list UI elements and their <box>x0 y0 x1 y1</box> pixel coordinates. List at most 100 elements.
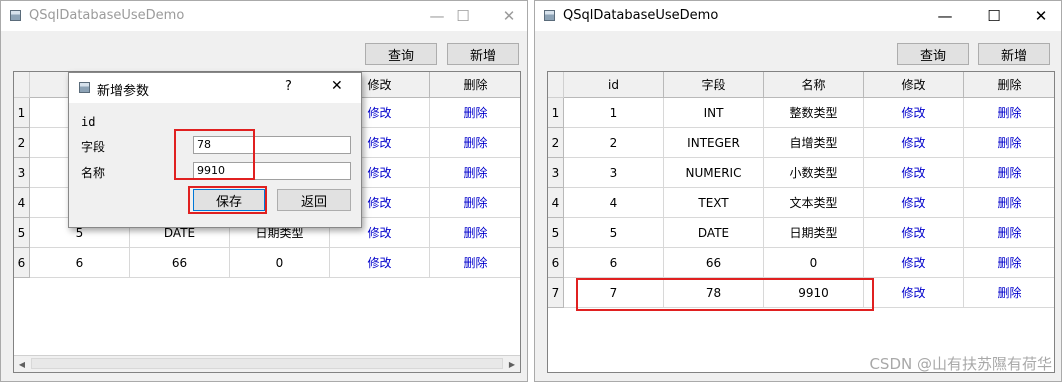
cell-name[interactable]: 0 <box>230 248 330 278</box>
delete-link[interactable]: 删除 <box>964 248 1054 278</box>
scrollbar-thumb[interactable] <box>31 358 503 369</box>
column-header-field[interactable]: 字段 <box>664 72 764 98</box>
back-button[interactable]: 返回 <box>277 189 351 211</box>
row-header[interactable]: 7 <box>548 278 564 308</box>
row-header[interactable]: 6 <box>14 248 30 278</box>
row-header[interactable]: 3 <box>548 158 564 188</box>
add-button[interactable]: 新增 <box>978 43 1050 65</box>
cell-name[interactable]: 0 <box>764 248 864 278</box>
cell-field[interactable]: INT <box>664 98 764 128</box>
dialog-app-icon <box>79 82 90 93</box>
cell-name[interactable]: 9910 <box>764 278 864 308</box>
delete-link[interactable]: 删除 <box>964 218 1054 248</box>
dialog-close-icon[interactable]: ✕ <box>331 78 343 94</box>
cell-field[interactable]: 78 <box>664 278 764 308</box>
field-label: 字段 <box>81 140 106 154</box>
id-label: id <box>81 115 96 129</box>
data-table: id 字段 名称 修改 删除 1 1 INT 整数类型 修改 删除 2 2 IN… <box>547 71 1055 373</box>
horizontal-scrollbar[interactable]: ◀ ▶ <box>14 355 520 372</box>
row-header[interactable]: 1 <box>548 98 564 128</box>
field-input[interactable]: 78 <box>193 136 351 154</box>
cell-id[interactable]: 1 <box>564 98 664 128</box>
edit-link[interactable]: 修改 <box>864 98 964 128</box>
column-header-edit[interactable]: 修改 <box>864 72 964 98</box>
table-corner <box>14 72 30 98</box>
cell-field[interactable]: NUMERIC <box>664 158 764 188</box>
cell-field[interactable]: 66 <box>664 248 764 278</box>
delete-link[interactable]: 删除 <box>964 128 1054 158</box>
delete-link[interactable]: 删除 <box>430 128 520 158</box>
delete-link[interactable]: 删除 <box>430 188 520 218</box>
dialog-title: 新增参数 <box>97 84 150 99</box>
delete-link[interactable]: 删除 <box>430 218 520 248</box>
column-header-delete[interactable]: 删除 <box>430 72 520 98</box>
name-input[interactable]: 9910 <box>193 162 351 180</box>
close-icon[interactable]: ✕ <box>1023 1 1059 31</box>
row-header[interactable]: 4 <box>548 188 564 218</box>
delete-link[interactable]: 删除 <box>964 188 1054 218</box>
cell-field[interactable]: DATE <box>664 218 764 248</box>
cell-id[interactable]: 5 <box>564 218 664 248</box>
row-header[interactable]: 1 <box>14 98 30 128</box>
query-button[interactable]: 查询 <box>897 43 969 65</box>
row-header[interactable]: 2 <box>14 128 30 158</box>
row-header[interactable]: 5 <box>14 218 30 248</box>
minimize-icon[interactable]: — <box>927 1 963 31</box>
cell-id[interactable]: 6 <box>30 248 130 278</box>
help-icon[interactable]: ? <box>285 79 292 94</box>
cell-name[interactable]: 小数类型 <box>764 158 864 188</box>
cell-name[interactable]: 文本类型 <box>764 188 864 218</box>
row-header[interactable]: 4 <box>14 188 30 218</box>
close-icon[interactable]: ✕ <box>491 1 527 31</box>
row-header[interactable]: 2 <box>548 128 564 158</box>
cell-field[interactable]: INTEGER <box>664 128 764 158</box>
cell-id[interactable]: 3 <box>564 158 664 188</box>
window-title: QSqlDatabaseUseDemo <box>29 8 185 23</box>
cell-id[interactable]: 2 <box>564 128 664 158</box>
edit-link[interactable]: 修改 <box>864 188 964 218</box>
edit-link[interactable]: 修改 <box>864 248 964 278</box>
right-app-window: QSqlDatabaseUseDemo — ☐ ✕ 查询 新增 id 字段 名称… <box>534 0 1062 382</box>
edit-link[interactable]: 修改 <box>864 128 964 158</box>
cell-id[interactable]: 6 <box>564 248 664 278</box>
delete-link[interactable]: 删除 <box>430 248 520 278</box>
query-button[interactable]: 查询 <box>365 43 437 65</box>
scroll-left-icon[interactable]: ◀ <box>14 357 30 371</box>
scroll-right-icon[interactable]: ▶ <box>504 357 520 371</box>
cell-field[interactable]: TEXT <box>664 188 764 218</box>
column-header-id[interactable]: id <box>564 72 664 98</box>
watermark: CSDN @山有扶苏隰有荷华 <box>869 355 1052 373</box>
column-header-delete[interactable]: 删除 <box>964 72 1054 98</box>
edit-link[interactable]: 修改 <box>330 248 430 278</box>
title-bar: QSqlDatabaseUseDemo — ☐ ✕ <box>535 1 1061 31</box>
save-button[interactable]: 保存 <box>193 189 265 211</box>
delete-link[interactable]: 删除 <box>430 158 520 188</box>
delete-link[interactable]: 删除 <box>430 98 520 128</box>
row-header[interactable]: 6 <box>548 248 564 278</box>
add-param-dialog: 新增参数 ? ✕ id 字段 78 名称 9910 保存 返回 <box>68 72 362 228</box>
delete-link[interactable]: 删除 <box>964 158 1054 188</box>
cell-id[interactable]: 7 <box>564 278 664 308</box>
cell-field[interactable]: 66 <box>130 248 230 278</box>
cell-id[interactable]: 4 <box>564 188 664 218</box>
window-title: QSqlDatabaseUseDemo <box>563 8 719 23</box>
cell-name[interactable]: 日期类型 <box>764 218 864 248</box>
dialog-title-bar: 新增参数 ? ✕ <box>69 73 361 103</box>
edit-link[interactable]: 修改 <box>864 158 964 188</box>
edit-link[interactable]: 修改 <box>864 278 964 308</box>
cell-name[interactable]: 整数类型 <box>764 98 864 128</box>
row-header[interactable]: 3 <box>14 158 30 188</box>
delete-link[interactable]: 删除 <box>964 98 1054 128</box>
app-icon <box>10 10 21 21</box>
cell-name[interactable]: 自增类型 <box>764 128 864 158</box>
add-button[interactable]: 新增 <box>447 43 519 65</box>
name-label: 名称 <box>81 166 106 180</box>
edit-link[interactable]: 修改 <box>864 218 964 248</box>
table-corner <box>548 72 564 98</box>
maximize-icon[interactable]: ☐ <box>445 1 481 31</box>
title-bar: QSqlDatabaseUseDemo — ☐ ✕ <box>1 1 527 31</box>
column-header-name[interactable]: 名称 <box>764 72 864 98</box>
row-header[interactable]: 5 <box>548 218 564 248</box>
delete-link[interactable]: 删除 <box>964 278 1054 308</box>
maximize-icon[interactable]: ☐ <box>976 1 1012 31</box>
